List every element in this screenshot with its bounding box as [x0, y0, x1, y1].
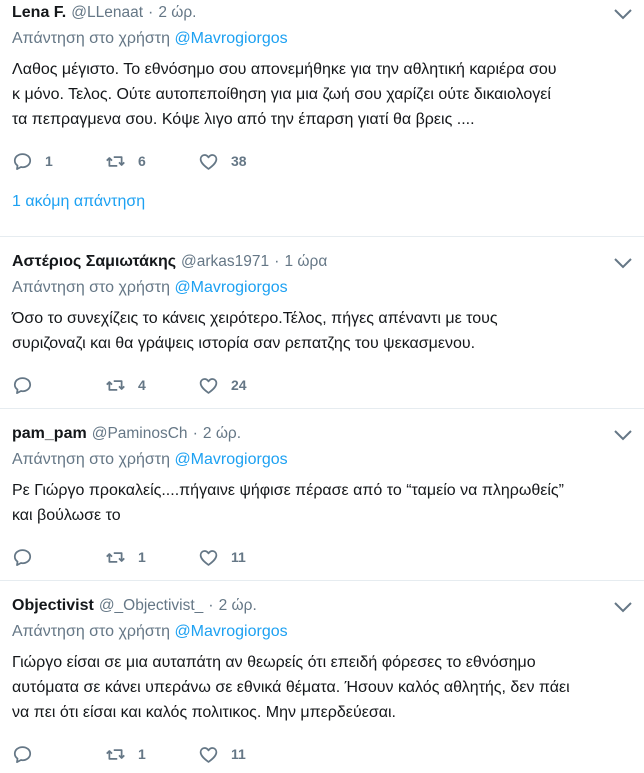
- separator-dot: ·: [148, 4, 154, 21]
- chevron-down-icon[interactable]: [612, 6, 634, 22]
- tweet[interactable]: Αστέριος Σαμιωτάκης @arkas1971 · 1 ώρα Α…: [0, 237, 644, 409]
- reply-context: Απάντηση στο χρήστη @Mavrogiorgos: [12, 447, 632, 473]
- like-button[interactable]: 24: [198, 375, 247, 396]
- reply-prefix: Απάντηση στο χρήστη: [12, 451, 170, 468]
- reply-to-link[interactable]: @Mavrogiorgos: [174, 623, 287, 640]
- like-icon: [199, 746, 218, 763]
- like-button[interactable]: 11: [198, 547, 246, 568]
- reply-icon: [13, 152, 32, 170]
- separator-dot: ·: [208, 597, 214, 614]
- like-count: 11: [231, 549, 246, 565]
- retweet-icon: [106, 379, 125, 391]
- tweet-text: Όσο το συνεχίζεις το κάνεις χειρότερο.Τέ…: [12, 310, 498, 352]
- tweet-text: Λαθος μέγιστο. Το εθνόσημο σου απονεμήθη…: [12, 61, 557, 128]
- reply-button[interactable]: [12, 375, 105, 396]
- like-count: 11: [231, 746, 246, 762]
- tweet-header: Objectivist @_Objectivist_ · 2 ώρ.: [12, 593, 632, 619]
- like-button[interactable]: 11: [198, 744, 246, 765]
- tweet-actions: 4 24: [12, 370, 632, 400]
- separator-dot: ·: [192, 425, 198, 442]
- user-handle[interactable]: @PaminosCh: [92, 425, 188, 443]
- user-handle[interactable]: @_Objectivist_: [99, 597, 203, 615]
- reply-icon: [13, 548, 32, 566]
- reply-button[interactable]: [12, 547, 105, 568]
- reply-context: Απάντηση στο χρήστη @Mavrogiorgos: [12, 619, 632, 645]
- user-handle[interactable]: @LLenaat: [71, 4, 143, 22]
- tweet[interactable]: Lena F. @LLenaat · 2 ώρ. Απάντηση στο χρ…: [0, 0, 644, 237]
- tweet-header: pam_pam @PaminosCh · 2 ώρ.: [12, 421, 632, 447]
- tweet-header: Lena F. @LLenaat · 2 ώρ.: [12, 0, 632, 26]
- tweet-header: Αστέριος Σαμιωτάκης @arkas1971 · 1 ώρα: [12, 249, 632, 275]
- tweet-actions: 1 11: [12, 739, 632, 769]
- tweet-actions: 1 11: [12, 542, 632, 572]
- retweet-button[interactable]: 1: [105, 547, 198, 568]
- reply-icon: [13, 376, 32, 394]
- like-count: 24: [231, 377, 247, 393]
- like-icon: [199, 377, 218, 394]
- retweet-icon: [106, 748, 125, 760]
- retweet-button[interactable]: 4: [105, 375, 198, 396]
- chevron-down-icon[interactable]: [612, 599, 634, 615]
- reply-to-link[interactable]: @Mavrogiorgos: [174, 279, 287, 296]
- reply-prefix: Απάντηση στο χρήστη: [12, 623, 170, 640]
- reply-to-link[interactable]: @Mavrogiorgos: [174, 451, 287, 468]
- tweet-actions: 1 6 38: [12, 146, 632, 176]
- reply-context: Απάντηση στο χρήστη @Mavrogiorgos: [12, 275, 632, 301]
- retweet-icon: [106, 155, 125, 167]
- retweet-button[interactable]: 6: [105, 151, 198, 172]
- separator-dot: ·: [274, 253, 280, 270]
- timestamp[interactable]: 2 ώρ.: [158, 4, 196, 22]
- timestamp[interactable]: 2 ώρ.: [203, 425, 241, 443]
- user-handle[interactable]: @arkas1971: [181, 253, 269, 271]
- reply-icon: [13, 745, 32, 763]
- user-name[interactable]: Lena F.: [12, 4, 66, 22]
- reply-button[interactable]: [12, 744, 105, 765]
- like-icon: [199, 153, 218, 170]
- reply-button[interactable]: 1: [12, 151, 105, 172]
- retweet-icon: [106, 551, 125, 563]
- reply-prefix: Απάντηση στο χρήστη: [12, 279, 170, 296]
- user-name[interactable]: Αστέριος Σαμιωτάκης: [12, 253, 176, 271]
- timeline: Lena F. @LLenaat · 2 ώρ. Απάντηση στο χρ…: [0, 0, 644, 773]
- like-icon: [199, 549, 218, 566]
- reply-context: Απάντηση στο χρήστη @Mavrogiorgos: [12, 26, 632, 52]
- chevron-down-icon[interactable]: [612, 427, 634, 443]
- reply-to-link[interactable]: @Mavrogiorgos: [174, 30, 287, 47]
- retweet-button[interactable]: 1: [105, 744, 198, 765]
- reply-count: 1: [45, 153, 53, 169]
- retweet-count: 6: [138, 153, 146, 169]
- retweet-count: 1: [138, 746, 146, 762]
- retweet-count: 1: [138, 549, 146, 565]
- timestamp[interactable]: 1 ώρα: [284, 253, 327, 271]
- tweet[interactable]: Objectivist @_Objectivist_ · 2 ώρ. Απάντ…: [0, 581, 644, 773]
- like-count: 38: [231, 153, 247, 169]
- tweet[interactable]: pam_pam @PaminosCh · 2 ώρ. Απάντηση στο …: [0, 409, 644, 581]
- tweet-text: Ρε Γιώργο προκαλείς....πήγαινε ψήφισε πέ…: [12, 482, 564, 524]
- timestamp[interactable]: 2 ώρ.: [219, 597, 257, 615]
- retweet-count: 4: [138, 377, 146, 393]
- tweet-text: Γιώργο είσαι σε μια αυταπάτη αν θεωρείς …: [12, 654, 570, 721]
- user-name[interactable]: Objectivist: [12, 597, 94, 615]
- chevron-down-icon[interactable]: [612, 255, 634, 271]
- like-button[interactable]: 38: [198, 151, 247, 172]
- user-name[interactable]: pam_pam: [12, 425, 87, 443]
- reply-prefix: Απάντηση στο χρήστη: [12, 30, 170, 47]
- more-replies-link[interactable]: 1 ακόμη απάντηση: [12, 176, 632, 230]
